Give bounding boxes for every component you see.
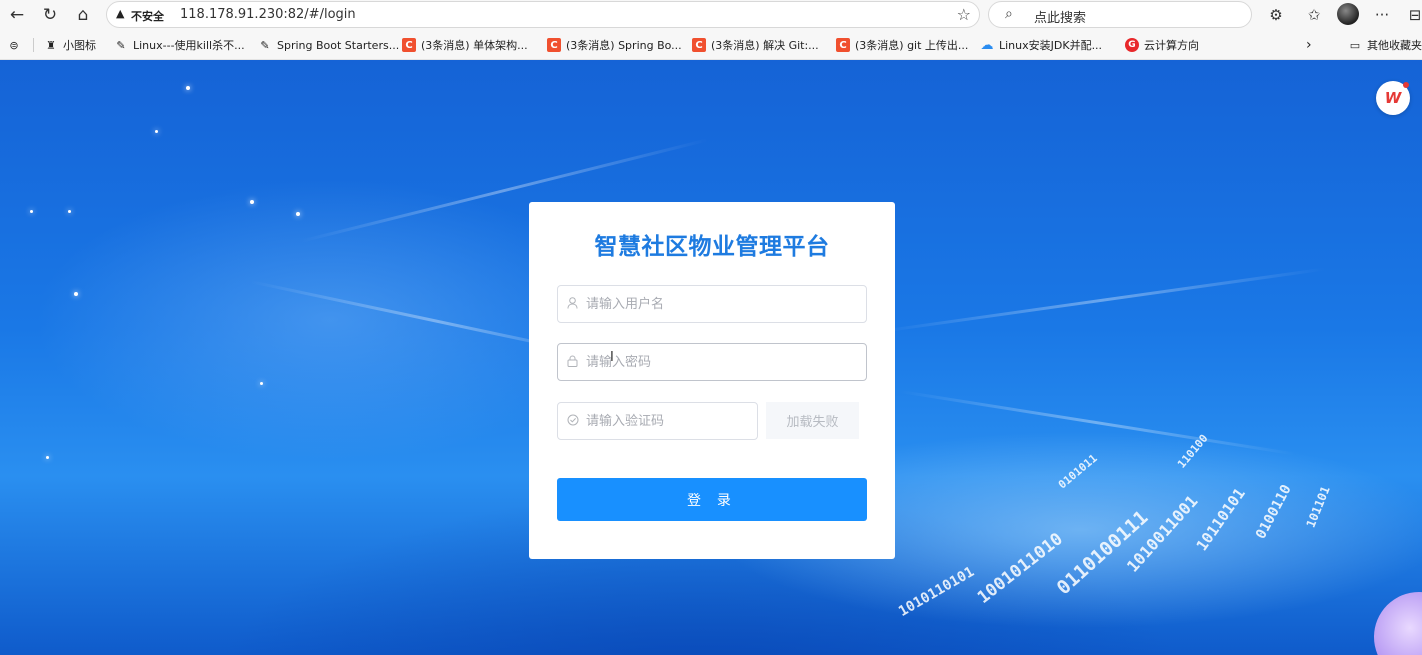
avatar[interactable] bbox=[1337, 3, 1359, 25]
search-icon: ⌕ bbox=[1005, 6, 1013, 22]
bookmark-item[interactable]: C (3条消息) Spring Bo... bbox=[547, 37, 682, 53]
bookmark-label: (3条消息) Spring Bo... bbox=[566, 39, 682, 52]
captcha-field[interactable] bbox=[557, 402, 856, 440]
bookmark-item[interactable]: ☁ Linux安装JDK并配... bbox=[980, 37, 1103, 53]
binary-stream: 0100110 bbox=[1252, 482, 1295, 542]
bookmark-item[interactable]: ✎ Linux---使用kill杀不... bbox=[114, 37, 245, 53]
csdn-icon: C bbox=[547, 38, 561, 52]
bookmark-label: (3条消息) 单体架构... bbox=[421, 39, 528, 52]
captcha-image[interactable]: 加载失败 bbox=[766, 402, 859, 439]
login-page-background: 1010110101 1001011010 0110100111 1010011… bbox=[0, 60, 1422, 655]
figure-icon: ♜ bbox=[46, 38, 56, 52]
bookmark-label: Linux安装JDK并配... bbox=[999, 39, 1103, 52]
refresh-icon[interactable]: ↻ bbox=[37, 2, 63, 28]
login-button[interactable]: 登 录 bbox=[557, 478, 867, 521]
extensions-icon[interactable]: ⚙ bbox=[1264, 3, 1288, 27]
sparkle bbox=[260, 382, 263, 385]
favorites-icon[interactable]: ✩ bbox=[1302, 3, 1326, 27]
bookmarks-toggle-icon[interactable]: ⊜ bbox=[7, 37, 26, 53]
sparkle bbox=[155, 130, 158, 133]
page-title: 智慧社区物业管理平台 bbox=[594, 234, 830, 260]
lock-icon bbox=[567, 355, 578, 370]
bookmark-item[interactable]: C (3条消息) git 上传出... bbox=[836, 37, 968, 53]
sparkle bbox=[250, 200, 254, 204]
sparkle bbox=[30, 210, 33, 213]
csdn-icon: C bbox=[402, 38, 416, 52]
bookmark-label: 小图标 bbox=[63, 39, 96, 52]
csdn-icon: C bbox=[692, 38, 706, 52]
bookmark-label: 云计算方向 bbox=[1144, 39, 1199, 52]
bookmark-label: (3条消息) 解决 Git:... bbox=[711, 39, 819, 52]
floating-assistant-orb[interactable] bbox=[1374, 592, 1422, 655]
feather-icon: ✎ bbox=[260, 38, 270, 52]
bookmark-label: Spring Boot Starters... bbox=[277, 38, 400, 52]
browser-toolbar: ← ↻ ⌂ ▲ 不安全 118.178.91.230:82/#/login ☆ … bbox=[0, 0, 1422, 30]
text-cursor-icon: I bbox=[610, 350, 614, 365]
bookmark-item[interactable]: ✎ Spring Boot Starters... bbox=[258, 37, 399, 53]
chevron-right-icon[interactable]: › bbox=[1306, 37, 1312, 53]
sidebar-icon[interactable]: ⊟ bbox=[1403, 3, 1422, 27]
password-field[interactable] bbox=[557, 343, 867, 381]
binary-stream: 0101011 bbox=[1055, 451, 1100, 492]
sparkle bbox=[68, 210, 71, 213]
light-ray bbox=[899, 390, 1296, 456]
binary-stream: 10110101 bbox=[1192, 484, 1249, 555]
binary-stream: 101101 bbox=[1303, 484, 1333, 530]
password-input[interactable] bbox=[586, 352, 856, 372]
user-icon bbox=[567, 297, 578, 312]
csdn-icon: C bbox=[836, 38, 850, 52]
check-circle-icon bbox=[567, 414, 579, 429]
divider bbox=[33, 38, 34, 52]
bookmarks-bar: ⊜ ♜ 小图标 ✎ Linux---使用kill杀不... ✎ Spring Boot… bbox=[0, 30, 1422, 60]
folder-icon: ▭ bbox=[1349, 38, 1361, 52]
sparkle bbox=[74, 292, 78, 296]
bookmark-item[interactable]: C (3条消息) 单体架构... bbox=[402, 37, 528, 53]
home-icon[interactable]: ⌂ bbox=[70, 2, 96, 28]
username-input[interactable] bbox=[586, 294, 856, 314]
url-text[interactable]: 118.178.91.230:82/#/login bbox=[180, 7, 356, 22]
other-bookmarks-label: 其他收藏夹 bbox=[1367, 39, 1422, 52]
other-bookmarks[interactable]: ▭ 其他收藏夹 bbox=[1348, 37, 1422, 53]
light-ray bbox=[879, 267, 1326, 333]
cloud-icon: ☁ bbox=[980, 37, 994, 53]
warning-icon: ▲ bbox=[116, 7, 125, 20]
feather-icon: ✎ bbox=[116, 38, 126, 52]
sparkle bbox=[46, 456, 49, 459]
binary-stream: 1001011010 bbox=[973, 529, 1067, 608]
address-bar[interactable]: ▲ 不安全 118.178.91.230:82/#/login ☆ bbox=[106, 1, 980, 28]
browser-search-box[interactable]: ⌕ 点此搜索 bbox=[988, 1, 1252, 28]
wps-extension-icon[interactable]: W bbox=[1376, 81, 1410, 115]
more-icon[interactable]: ··· bbox=[1370, 3, 1394, 27]
favorite-star-icon[interactable]: ☆ bbox=[957, 5, 971, 24]
bookmark-item[interactable]: G 云计算方向 bbox=[1125, 37, 1199, 53]
login-card: 智慧社区物业管理平台 加载失败 登 录 bbox=[529, 202, 895, 559]
binary-stream: 1010110101 bbox=[896, 563, 978, 620]
back-icon[interactable]: ← bbox=[4, 2, 30, 28]
security-label: 不安全 bbox=[131, 10, 164, 23]
search-placeholder: 点此搜索 bbox=[1034, 11, 1087, 26]
username-field[interactable] bbox=[557, 285, 867, 323]
g-icon: G bbox=[1125, 38, 1139, 52]
bookmark-item[interactable]: ♜ 小图标 bbox=[44, 37, 96, 53]
sparkle bbox=[186, 86, 190, 90]
bookmark-label: (3条消息) git 上传出... bbox=[855, 39, 969, 52]
bookmark-item[interactable]: C (3条消息) 解决 Git:... bbox=[692, 37, 819, 53]
bookmark-label: Linux---使用kill杀不... bbox=[133, 39, 245, 52]
sparkle bbox=[296, 212, 300, 216]
